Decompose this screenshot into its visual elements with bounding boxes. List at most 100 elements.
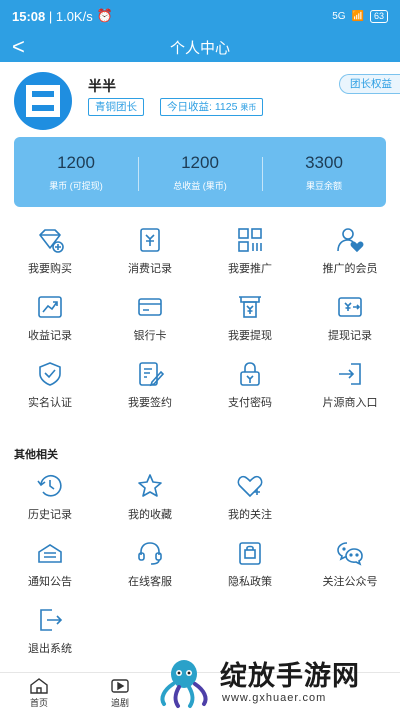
other-menu-grid: 历史记录 我的收藏 我的关注 通知公告 在线客服 隐私政策 关注公众号 退出系统 bbox=[0, 468, 400, 669]
today-income-label: 今日收益: 1125 bbox=[167, 101, 238, 113]
today-income-badge: 今日收益: 1125 果币 bbox=[160, 98, 264, 116]
menu-label: 银行卡 bbox=[133, 330, 167, 342]
other-section-title: 其他相关 bbox=[14, 449, 58, 461]
receipt-icon bbox=[140, 228, 160, 252]
main-menu-grid: 我要购买 消费记录 我要推广 推广的会员 收益记录 银行卡 我要提现 提现记录 … bbox=[0, 222, 400, 423]
stat-withdrawable[interactable]: 1200 果币 (可提现) bbox=[14, 153, 138, 192]
menu-customer-service[interactable]: 在线客服 bbox=[100, 535, 200, 602]
enter-door-icon bbox=[339, 363, 361, 385]
avatar[interactable] bbox=[14, 72, 72, 130]
alarm-icon: ⏰ bbox=[96, 8, 113, 23]
menu-label: 在线客服 bbox=[128, 576, 172, 588]
menu-logout[interactable]: 退出系统 bbox=[0, 602, 100, 669]
stats-card: 1200 果币 (可提现) 1200 总收益 (果币) 3300 果豆余额 bbox=[14, 137, 386, 207]
notice-icon bbox=[38, 544, 62, 563]
heart-add-icon bbox=[237, 475, 263, 498]
user-heart-icon bbox=[337, 228, 364, 253]
diamond-add-icon bbox=[39, 229, 64, 253]
stat-value: 1200 bbox=[57, 152, 95, 172]
menu-label: 消费记录 bbox=[128, 263, 172, 275]
level-badge: 青铜团长 bbox=[88, 98, 144, 116]
bank-card-icon bbox=[138, 298, 162, 316]
status-right: 5G 📶 63 bbox=[332, 9, 388, 23]
menu-promoted-members[interactable]: 推广的会员 bbox=[300, 222, 400, 289]
menu-label: 收益记录 bbox=[28, 330, 72, 342]
watermark: 绽放手游网 www.gxhuaer.com bbox=[150, 650, 400, 711]
menu-label: 我要签约 bbox=[128, 397, 172, 409]
menu-bank-card[interactable]: 银行卡 bbox=[100, 289, 200, 356]
stat-total-income[interactable]: 1200 总收益 (果币) bbox=[138, 153, 262, 192]
headset-icon bbox=[138, 542, 162, 565]
menu-label: 关注公众号 bbox=[322, 576, 378, 588]
avatar-logo-icon bbox=[26, 85, 60, 117]
privacy-icon bbox=[239, 542, 261, 565]
menu-consume-records[interactable]: 消费记录 bbox=[100, 222, 200, 289]
wifi-icon: 📶 bbox=[351, 10, 364, 22]
menu-label: 退出系统 bbox=[28, 643, 72, 655]
stat-label: 总收益 (果币) bbox=[173, 180, 227, 191]
tab-label: 首页 bbox=[29, 698, 48, 708]
menu-sign-contract[interactable]: 我要签约 bbox=[100, 356, 200, 423]
menu-source-entry[interactable]: 片源商入口 bbox=[300, 356, 400, 423]
battery-icon: 63 bbox=[369, 9, 388, 23]
withdraw-record-icon bbox=[338, 297, 362, 317]
history-icon bbox=[37, 475, 62, 497]
user-name: 半半 bbox=[88, 78, 116, 94]
watermark-url: www.gxhuaer.com bbox=[222, 692, 327, 704]
menu-label: 我要购买 bbox=[28, 263, 72, 275]
nav-bar: < 个人中心 bbox=[0, 32, 400, 62]
menu-withdraw-records[interactable]: 提现记录 bbox=[300, 289, 400, 356]
menu-withdraw[interactable]: 我要提现 bbox=[200, 289, 300, 356]
stat-label: 果币 (可提现) bbox=[49, 180, 103, 191]
menu-following[interactable]: 我的关注 bbox=[200, 468, 300, 535]
shield-check-icon bbox=[39, 362, 61, 386]
menu-pay-password[interactable]: 支付密码 bbox=[200, 356, 300, 423]
menu-label: 通知公告 bbox=[28, 576, 72, 588]
tab-drama[interactable]: 追剧 bbox=[95, 677, 145, 709]
back-arrow-icon[interactable]: < bbox=[12, 34, 25, 60]
stat-value: 1200 bbox=[181, 152, 219, 172]
menu-label: 提现记录 bbox=[328, 330, 372, 342]
status-separator: | bbox=[45, 8, 56, 24]
stat-bean-balance[interactable]: 3300 果豆余额 bbox=[262, 153, 386, 192]
menu-label: 历史记录 bbox=[28, 509, 72, 521]
menu-real-name[interactable]: 实名认证 bbox=[0, 356, 100, 423]
octopus-logo-icon bbox=[160, 660, 208, 708]
menu-privacy[interactable]: 隐私政策 bbox=[200, 535, 300, 602]
tab-home[interactable]: 首页 bbox=[14, 677, 64, 709]
menu-buy[interactable]: 我要购买 bbox=[0, 222, 100, 289]
menu-official-account[interactable]: 关注公众号 bbox=[300, 535, 400, 602]
stat-value: 3300 bbox=[305, 152, 343, 172]
stat-label: 果豆余额 bbox=[305, 180, 342, 191]
menu-favorites[interactable]: 我的收藏 bbox=[100, 468, 200, 535]
menu-label: 我要提现 bbox=[228, 330, 272, 342]
page-title: 个人中心 bbox=[169, 39, 230, 57]
qr-grid-icon bbox=[238, 228, 262, 252]
logout-icon bbox=[40, 609, 63, 631]
menu-label: 隐私政策 bbox=[228, 576, 272, 588]
leader-benefits-button[interactable]: 团长权益 bbox=[339, 74, 400, 94]
tab-label: 追剧 bbox=[110, 698, 129, 708]
chat-bubbles-icon bbox=[337, 542, 363, 566]
menu-label: 我的收藏 bbox=[128, 509, 172, 521]
today-income-unit: 果币 bbox=[240, 103, 257, 112]
home-icon bbox=[30, 678, 48, 694]
menu-label: 支付密码 bbox=[228, 397, 272, 409]
menu-label: 我的关注 bbox=[228, 509, 272, 521]
chart-trend-icon bbox=[38, 296, 62, 318]
atm-icon bbox=[239, 296, 261, 318]
menu-label: 片源商入口 bbox=[322, 397, 378, 409]
status-time: 15:08 bbox=[12, 8, 46, 24]
status-bar: 15:08 | 1.0K/s ⏰ 5G 📶 63 bbox=[0, 0, 400, 32]
play-icon bbox=[111, 679, 129, 693]
lock-icon bbox=[240, 362, 260, 386]
menu-label: 实名认证 bbox=[28, 397, 72, 409]
menu-income-records[interactable]: 收益记录 bbox=[0, 289, 100, 356]
network-speed: 1.0K/s bbox=[55, 8, 93, 24]
menu-notices[interactable]: 通知公告 bbox=[0, 535, 100, 602]
watermark-text: 绽放手游网 bbox=[220, 661, 360, 692]
menu-promote[interactable]: 我要推广 bbox=[200, 222, 300, 289]
menu-label: 推广的会员 bbox=[322, 263, 378, 275]
menu-history[interactable]: 历史记录 bbox=[0, 468, 100, 535]
star-icon bbox=[138, 474, 162, 497]
